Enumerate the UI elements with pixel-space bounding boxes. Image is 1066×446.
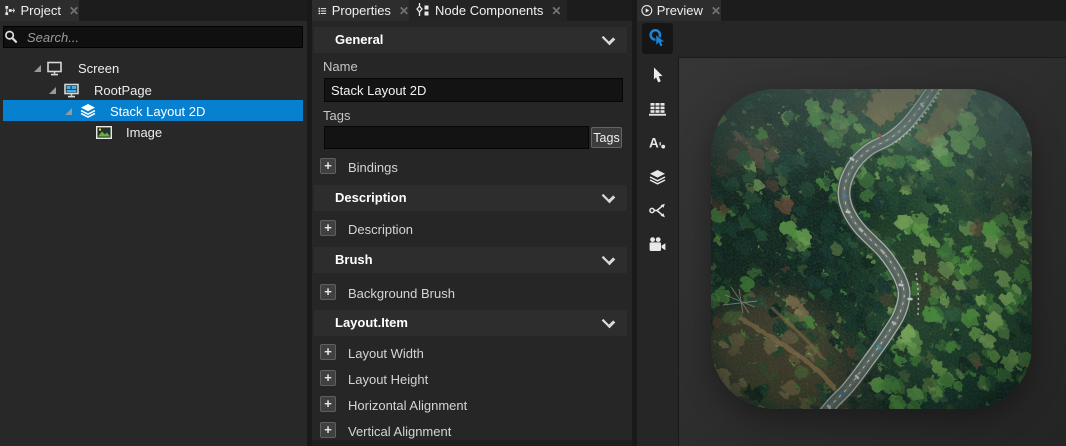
svg-text:A: A xyxy=(649,136,659,151)
